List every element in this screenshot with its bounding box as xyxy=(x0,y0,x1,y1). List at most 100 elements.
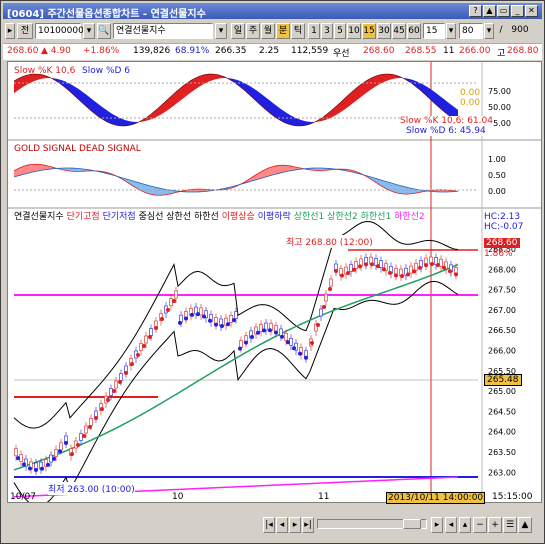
code-dropdown-icon[interactable]: ▾ xyxy=(83,23,95,39)
trend-dot xyxy=(106,398,110,402)
trend-dot xyxy=(310,341,314,345)
legend-item: 하한선1 xyxy=(360,212,392,222)
stoch-band-segment xyxy=(284,111,287,124)
trend-dot xyxy=(52,456,56,461)
name-dropdown-icon[interactable]: ▾ xyxy=(215,23,227,39)
count-dropdown-icon[interactable]: ▾ xyxy=(484,23,494,39)
trend-dot xyxy=(274,330,278,335)
minus-icon[interactable]: − xyxy=(473,517,487,533)
price-tick-label: 267.50 xyxy=(488,286,516,295)
stoch-band-segment xyxy=(77,87,80,101)
minute-10-button[interactable]: 10 xyxy=(347,23,361,39)
trend-dot xyxy=(418,265,422,270)
stoch-band-segment xyxy=(251,86,254,99)
trend-dot xyxy=(268,328,272,333)
minute-60-button[interactable]: 60 xyxy=(407,23,421,39)
period-tick-button[interactable]: 틱 xyxy=(291,23,305,39)
settings-icon[interactable]: ☰ xyxy=(503,517,517,533)
restore-icon[interactable]: ▭ xyxy=(497,5,510,17)
stoch-band-segment xyxy=(191,78,194,93)
stoch-band-segment xyxy=(278,106,281,121)
candle-body xyxy=(139,343,143,351)
trend-dot xyxy=(256,330,260,335)
nav-start-icon[interactable]: |◂ xyxy=(263,517,275,533)
stoch-band-segment xyxy=(209,74,212,82)
minute-45-button[interactable]: 45 xyxy=(392,23,406,39)
hc2-label: HC:-0.07 xyxy=(484,222,524,232)
trend-dot xyxy=(154,326,158,330)
stoch-band-segment xyxy=(299,119,302,126)
trend-dot xyxy=(352,267,356,272)
search-icon[interactable]: 🔍 xyxy=(97,23,111,39)
help-icon[interactable]: ? xyxy=(469,5,482,17)
nav-next-icon[interactable]: ▸ xyxy=(289,517,301,533)
candle-body xyxy=(174,290,178,299)
trend-dot xyxy=(100,407,104,411)
trend-dot xyxy=(196,312,200,317)
trend-dot xyxy=(142,344,146,348)
nav-prev-icon[interactable]: ◂ xyxy=(276,517,288,533)
price-tick-label: 263.00 xyxy=(488,468,516,477)
zoom-out-icon[interactable]: ▸ xyxy=(431,517,443,533)
minute-5-button[interactable]: 5 xyxy=(334,23,346,39)
high-note: 최고 268.80 (12:00) xyxy=(286,235,373,248)
minute-custom-input[interactable]: 15 xyxy=(423,23,445,39)
scroll-thumb[interactable] xyxy=(403,519,421,529)
candle-body xyxy=(234,311,238,319)
period-minute-button[interactable]: 분 xyxy=(276,23,290,39)
trend-dot xyxy=(250,335,254,340)
minimize-icon[interactable]: _ xyxy=(511,5,524,17)
legend-item: 단기저점 xyxy=(102,212,136,222)
trend-dot xyxy=(316,323,320,327)
signal-band-segment xyxy=(269,166,272,176)
minute-30-button[interactable]: 30 xyxy=(377,23,391,39)
zoom-in-icon[interactable]: ◂ xyxy=(445,517,457,533)
toolbar: ▸ 전 10100000 ▾ 🔍 연결선물지수 ▾ 일 주 월 분 틱 1 3 … xyxy=(3,21,542,41)
count-input[interactable]: 80 xyxy=(459,23,483,39)
quote-v3: 112,559 xyxy=(291,46,329,56)
name-input[interactable]: 연결선물지수 xyxy=(113,23,213,39)
chart-area[interactable]: 75.00 50.00 25.00 1.00 0.50 0.00 268.50 268.00 2… xyxy=(7,61,542,504)
trend-dot xyxy=(358,264,362,269)
quote-bar: 268.60 ▲ 4.90 +1.86% 139,826 68.91% 266.… xyxy=(3,43,542,60)
candle-body xyxy=(84,425,88,434)
pin-icon[interactable]: ▲ xyxy=(483,5,496,17)
fit-icon[interactable]: ▴ xyxy=(459,517,471,533)
stoch-band-segment xyxy=(338,101,341,114)
code-type-button[interactable]: 전 xyxy=(17,23,33,39)
stoch-band-segment xyxy=(14,79,17,94)
signal-band-segment xyxy=(275,165,278,175)
quote-v7: 266.00 xyxy=(459,46,491,56)
candle-body xyxy=(79,433,83,441)
signal-band-segment xyxy=(29,164,32,173)
trend-dot xyxy=(124,371,128,375)
minute-15-button[interactable]: 15 xyxy=(362,23,376,39)
period-day-button[interactable]: 일 xyxy=(231,23,245,39)
minute-3-button[interactable]: 3 xyxy=(321,23,333,39)
current-pct-tag: 1.86% xyxy=(484,249,513,259)
period-month-button[interactable]: 월 xyxy=(261,23,275,39)
code-input[interactable]: 10100000 xyxy=(35,23,84,39)
trend-dot xyxy=(214,322,218,327)
up-arrow-icon[interactable]: ▲ xyxy=(518,517,532,533)
menu-icon[interactable]: ▸ xyxy=(5,23,15,39)
trend-dot xyxy=(244,340,248,345)
trend-dot xyxy=(136,353,140,357)
legend-item: 연결선물지수 xyxy=(14,212,64,222)
slash-separator: / xyxy=(499,25,503,35)
nav-end-icon[interactable]: ▸| xyxy=(302,517,314,533)
minute-1-button[interactable]: 1 xyxy=(308,23,320,39)
period-week-button[interactable]: 주 xyxy=(246,23,260,39)
candle-body xyxy=(414,262,418,271)
minute-dropdown-icon[interactable]: ▾ xyxy=(446,23,456,39)
stoch-band-segment xyxy=(26,74,29,86)
ref-price-tag: 265.48 xyxy=(484,374,522,386)
stoch-band-segment xyxy=(302,120,305,126)
candle-body xyxy=(284,333,288,341)
close-icon[interactable]: ✕ xyxy=(525,5,538,17)
signal-band-segment xyxy=(395,184,398,194)
candle-body xyxy=(354,261,358,269)
signal-band-segment xyxy=(146,184,149,194)
plus-icon[interactable]: + xyxy=(488,517,502,533)
trend-dot xyxy=(286,340,290,345)
